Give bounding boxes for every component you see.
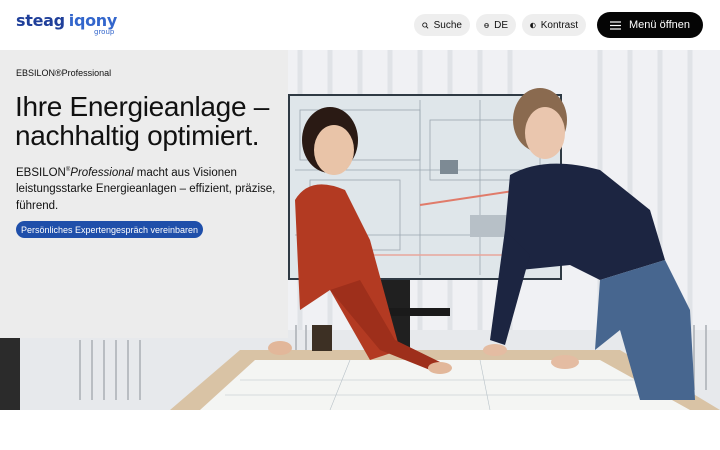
- logo-group-text: group: [94, 28, 115, 36]
- hero-description: EBSILON®Professional macht aus Visionen …: [16, 162, 278, 214]
- contrast-label: Kontrast: [540, 19, 578, 31]
- hero-text-panel: EBSILON®Professional Ihre Energieanlage …: [0, 50, 288, 338]
- site-header: steag iqony group Suche DE Kontrast Menü…: [0, 0, 720, 50]
- book-consultation-button[interactable]: Persönliches Expertengespräch vereinbare…: [16, 221, 203, 238]
- product-name: EBSILON®Professional: [16, 68, 112, 78]
- contrast-icon: [530, 22, 536, 28]
- menu-label: Menü öffnen: [629, 19, 690, 31]
- hamburger-icon: [610, 20, 622, 30]
- description-brand: EBSILON: [16, 166, 66, 179]
- language-label: DE: [494, 19, 508, 31]
- open-menu-button[interactable]: Menü öffnen: [597, 12, 703, 38]
- contrast-toggle[interactable]: Kontrast: [522, 14, 586, 36]
- language-switcher[interactable]: DE: [476, 14, 516, 36]
- search-icon: [422, 21, 429, 29]
- description-brand-italic: Professional: [70, 166, 134, 179]
- steag-iqony-logo[interactable]: steag iqony group: [16, 11, 117, 37]
- hero-section: EBSILON®Professional Ihre Energieanlage …: [0, 50, 720, 410]
- search-button[interactable]: Suche: [414, 14, 470, 36]
- search-label: Suche: [433, 19, 462, 31]
- globe-icon: [484, 22, 489, 28]
- hero-headline: Ihre Energieanlage – nachhaltig optimier…: [15, 91, 269, 151]
- logo-steag-text: steag: [16, 11, 65, 30]
